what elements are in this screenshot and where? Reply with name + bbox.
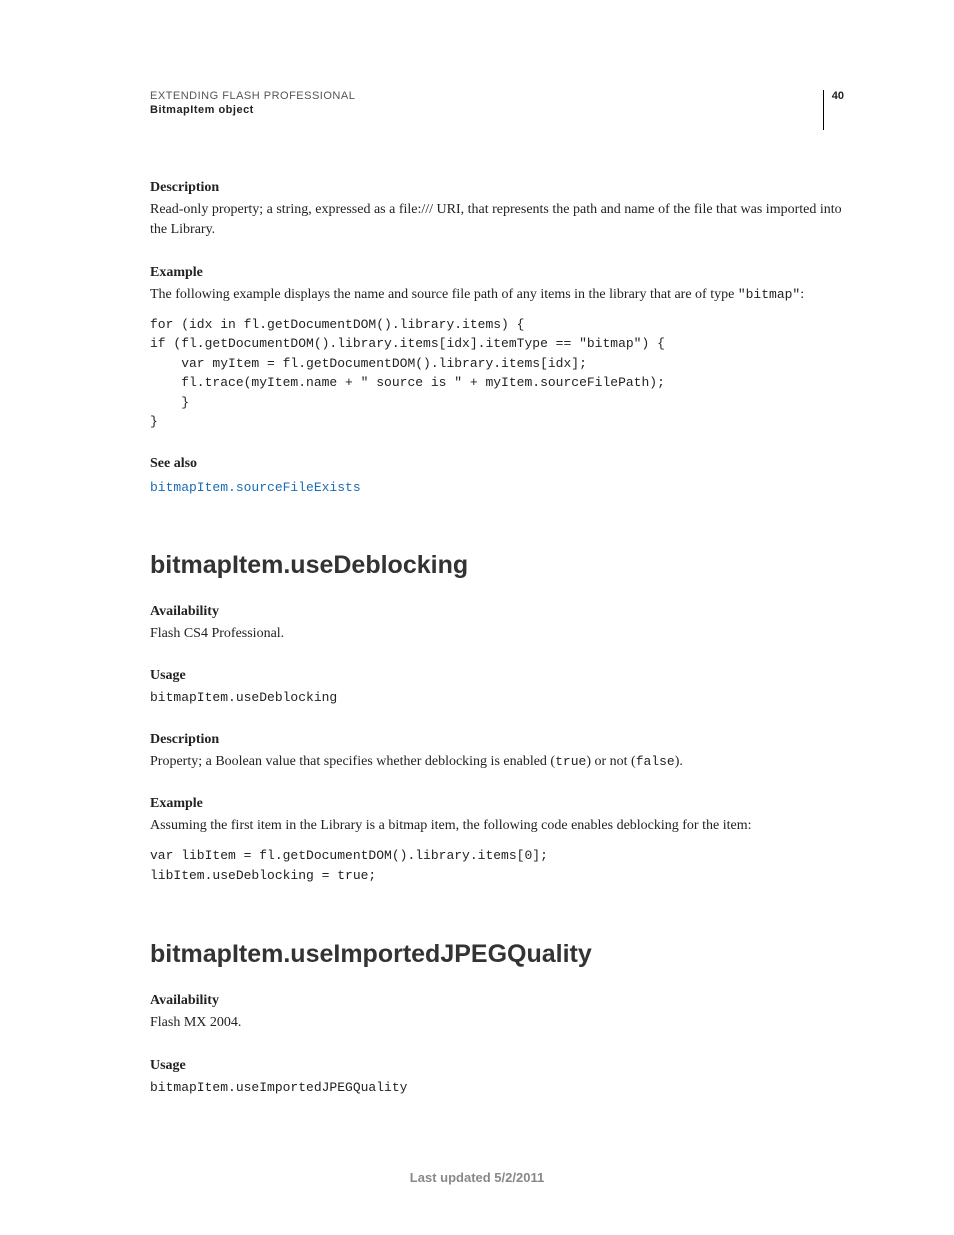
doc-subtitle: BitmapItem object xyxy=(150,104,355,116)
description-text: Read-only property; a string, expressed … xyxy=(150,200,844,241)
example-label-2: Example xyxy=(150,796,844,812)
footer-updated: Last updated 5/2/2011 xyxy=(0,1170,954,1185)
running-header: EXTENDING FLASH PROFESSIONAL BitmapItem … xyxy=(150,90,844,130)
example-code-block-2: var libItem = fl.getDocumentDOM().librar… xyxy=(150,846,844,885)
availability-text-2: Flash MX 2004. xyxy=(150,1013,844,1033)
availability-text: Flash CS4 Professional. xyxy=(150,624,844,644)
desc-true: true xyxy=(555,754,586,769)
header-left: EXTENDING FLASH PROFESSIONAL BitmapItem … xyxy=(150,90,355,116)
example-intro-code: "bitmap" xyxy=(738,287,800,302)
example-intro-pre: The following example displays the name … xyxy=(150,287,738,302)
page-number: 40 xyxy=(823,90,844,130)
example-label: Example xyxy=(150,265,844,281)
usage-label: Usage xyxy=(150,668,844,684)
description-text-2: Property; a Boolean value that specifies… xyxy=(150,752,844,772)
page-content: EXTENDING FLASH PROFESSIONAL BitmapItem … xyxy=(0,0,954,1097)
desc-post: ). xyxy=(675,754,683,769)
description-label-2: Description xyxy=(150,732,844,748)
usage-code: bitmapItem.useDeblocking xyxy=(150,688,844,708)
availability-label: Availability xyxy=(150,604,844,620)
example-intro-post: : xyxy=(800,287,804,302)
desc-false: false xyxy=(636,754,675,769)
description-label: Description xyxy=(150,180,844,196)
see-also-link[interactable]: bitmapItem.sourceFileExists xyxy=(150,480,361,495)
availability-label-2: Availability xyxy=(150,993,844,1009)
heading-useimportedjpegquality: bitmapItem.useImportedJPEGQuality xyxy=(150,940,844,969)
see-also-label: See also xyxy=(150,456,844,472)
example-intro-2: Assuming the first item in the Library i… xyxy=(150,816,844,836)
usage-label-2: Usage xyxy=(150,1058,844,1074)
usage-code-2: bitmapItem.useImportedJPEGQuality xyxy=(150,1078,844,1098)
example-intro: The following example displays the name … xyxy=(150,285,844,305)
example-code-block: for (idx in fl.getDocumentDOM().library.… xyxy=(150,315,844,432)
desc-mid: ) or not ( xyxy=(586,754,635,769)
doc-title: EXTENDING FLASH PROFESSIONAL xyxy=(150,90,355,102)
heading-usedeblocking: bitmapItem.useDeblocking xyxy=(150,551,844,580)
desc-pre: Property; a Boolean value that specifies… xyxy=(150,754,555,769)
